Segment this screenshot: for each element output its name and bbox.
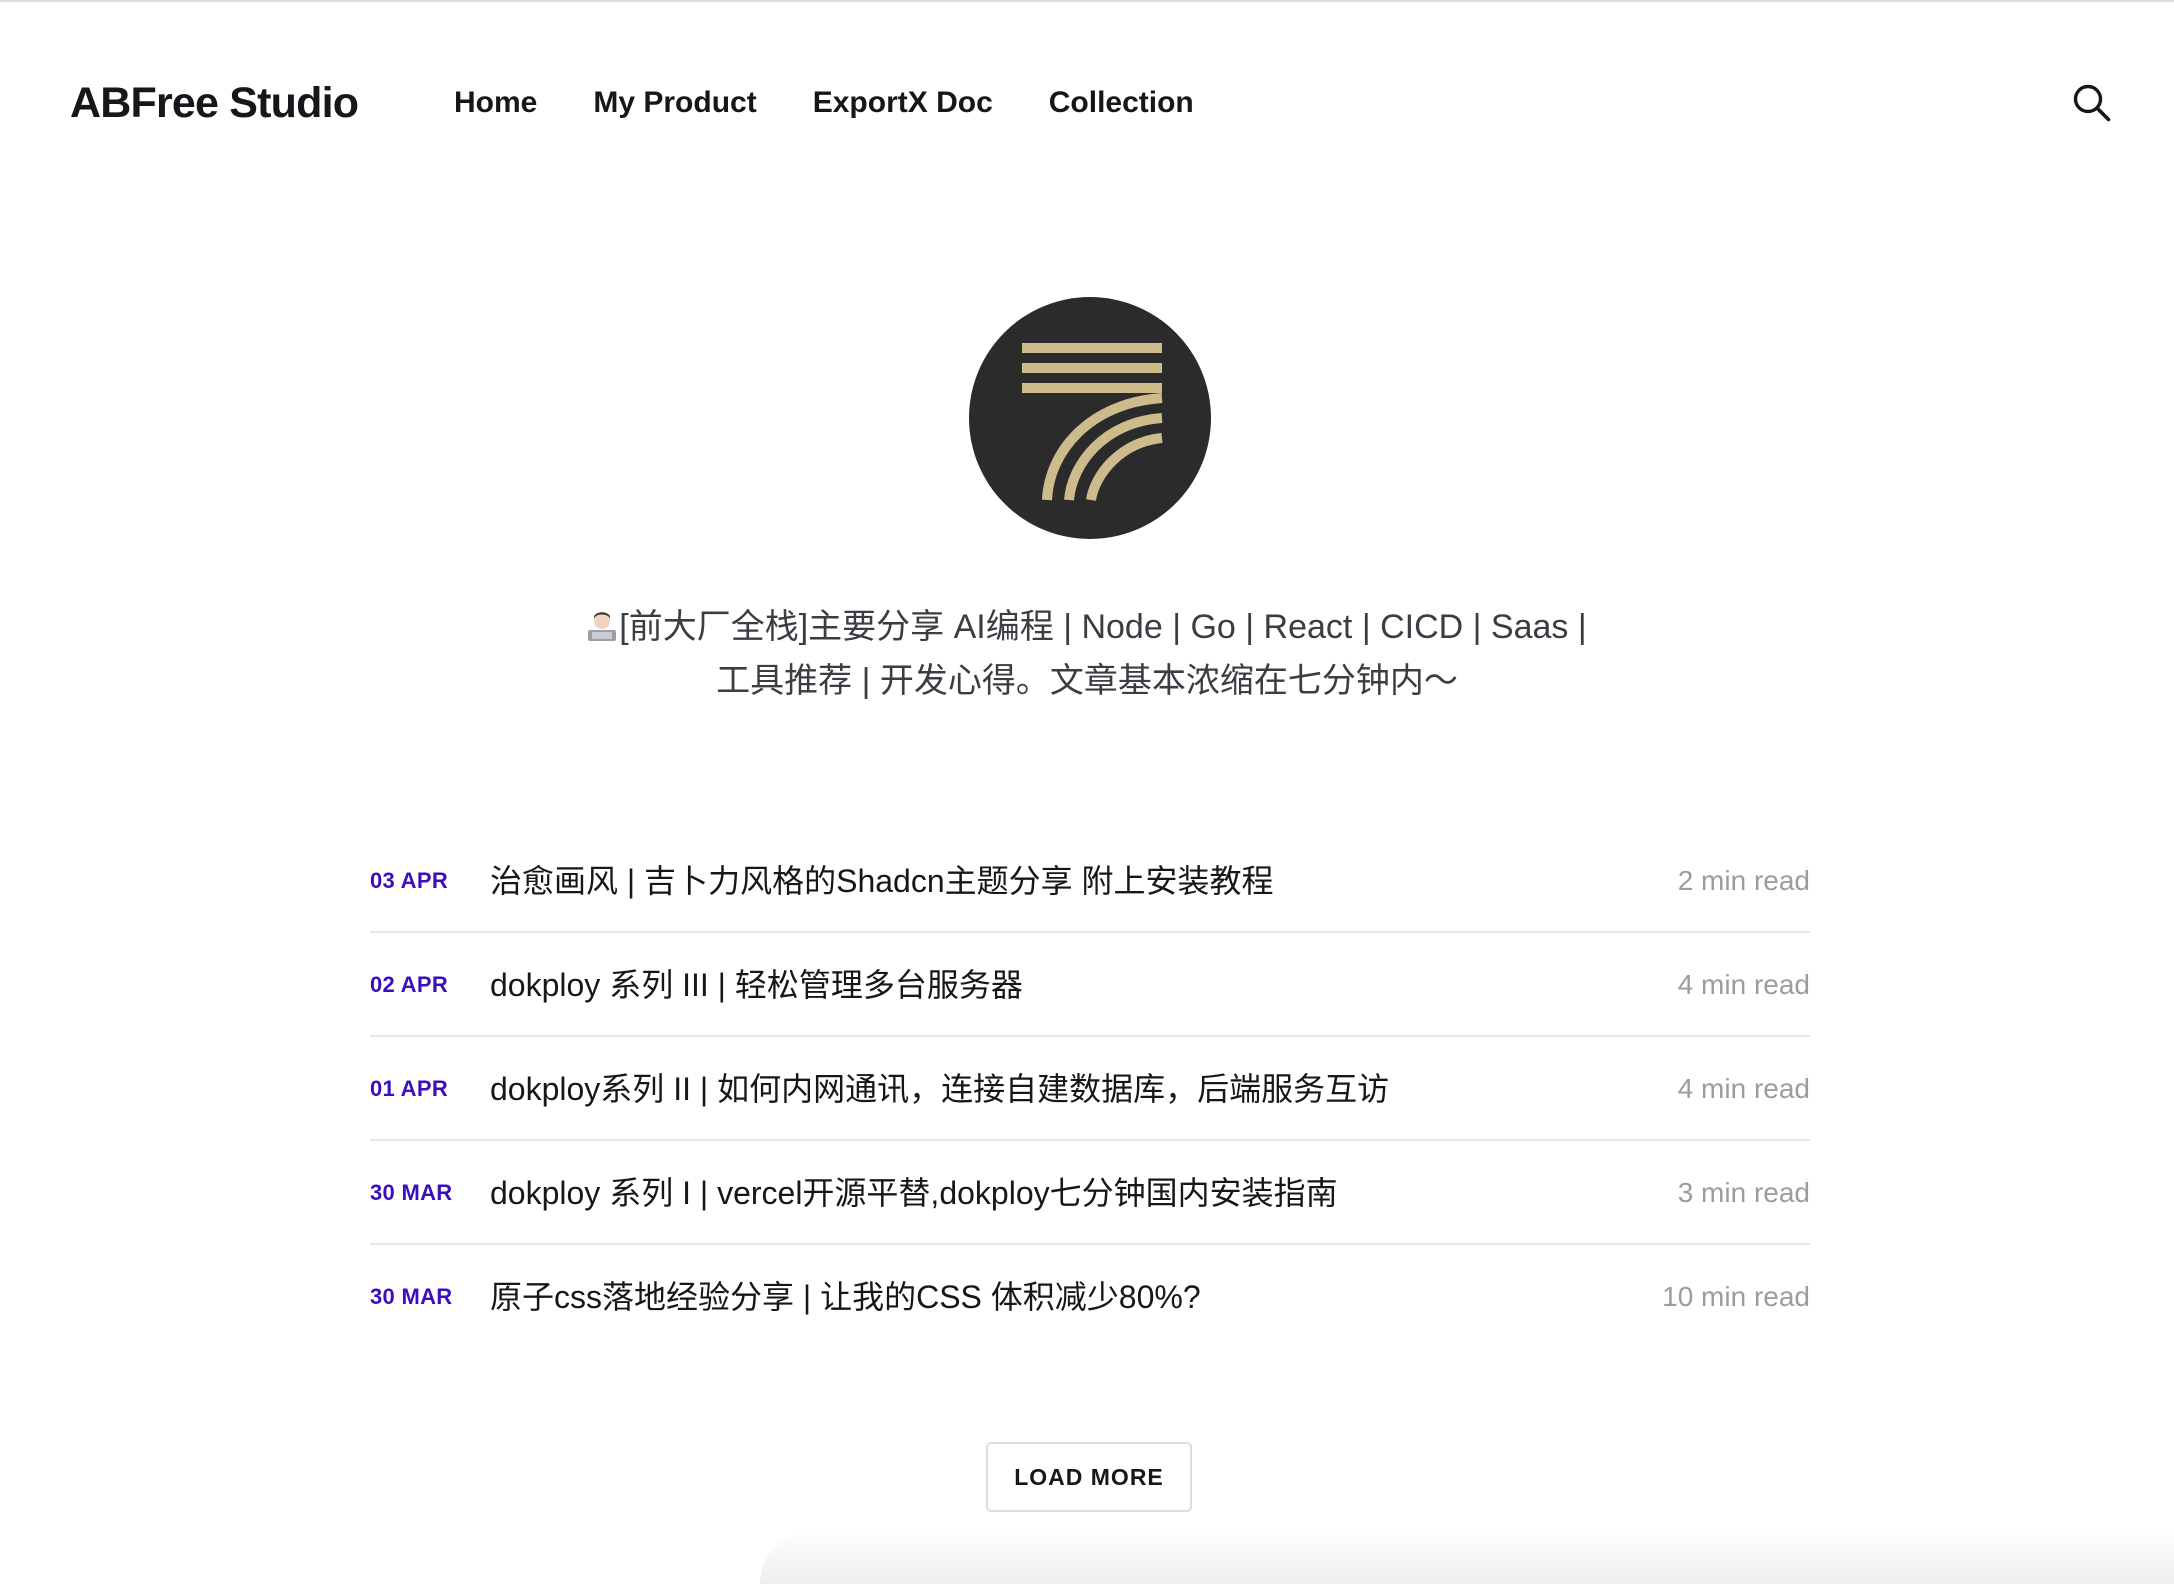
technologist-emoji-icon (588, 612, 617, 641)
search-icon (2073, 84, 2111, 122)
studio-logo (1022, 343, 1163, 502)
bio-line-2: 工具推荐 | 开发心得。文章基本浓缩在七分钟内～ (716, 662, 1458, 700)
avatar (969, 297, 1211, 539)
search-button[interactable] (2070, 81, 2114, 125)
nav-item-collection[interactable]: Collection (1049, 76, 1194, 130)
post-title[interactable]: dokploy系列 II | 如何内网通讯，连接自建数据库，后端服务互访 (490, 1037, 1389, 1141)
post-title[interactable]: 治愈画风 | 吉卜力风格的Shadcn主题分享 附上安装教程 (490, 829, 1274, 933)
bottom-shadow (760, 1530, 2174, 1584)
post-date: 30 MAR (370, 1180, 453, 1205)
nav-item-exportx-doc[interactable]: ExportX Doc (813, 76, 993, 130)
post-date: 01 APR (370, 1076, 449, 1101)
post-row[interactable]: 30 MAR 原子css落地经验分享 | 让我的CSS 体积减少80%? 10 … (370, 1245, 1810, 1347)
bio-text-1: [前大厂全栈]主要分享 AI编程 | Node | Go | React | C… (619, 608, 1587, 646)
post-title[interactable]: 原子css落地经验分享 | 让我的CSS 体积减少80%? (490, 1245, 1201, 1349)
site-header: ABFree Studio Home My Product ExportX Do… (0, 0, 2174, 206)
nav-item-my-product[interactable]: My Product (593, 76, 756, 130)
post-date: 03 APR (370, 868, 449, 893)
post-row[interactable]: 01 APR dokploy系列 II | 如何内网通讯，连接自建数据库，后端服… (370, 1037, 1810, 1141)
nav-item-home[interactable]: Home (454, 76, 537, 130)
post-row[interactable]: 02 APR dokploy 系列 III | 轻松管理多台服务器 4 min … (370, 933, 1810, 1037)
post-read-time: 2 min read (1677, 865, 1810, 896)
post-title[interactable]: dokploy 系列 III | 轻松管理多台服务器 (490, 933, 1023, 1037)
main-nav: Home My Product ExportX Doc Collection (454, 76, 1250, 130)
load-more-button[interactable]: LOAD MORE (986, 1442, 1192, 1512)
post-read-time: 3 min read (1677, 1177, 1810, 1208)
bio-line-1: [前大厂全栈]主要分享 AI编程 | Node | Go | React | C… (487, 600, 1687, 654)
post-read-time: 4 min read (1677, 1073, 1810, 1104)
post-list: 03 APR 治愈画风 | 吉卜力风格的Shadcn主题分享 附上安装教程 2 … (370, 829, 1810, 1347)
post-row[interactable]: 03 APR 治愈画风 | 吉卜力风格的Shadcn主题分享 附上安装教程 2 … (370, 829, 1810, 933)
post-read-time: 10 min read (1662, 1281, 1810, 1312)
post-date: 02 APR (370, 972, 449, 997)
post-date: 30 MAR (370, 1284, 453, 1309)
site-title[interactable]: ABFree Studio (70, 76, 359, 130)
post-title[interactable]: dokploy 系列 I | vercel开源平替,dokploy七分钟国内安装… (490, 1141, 1338, 1245)
site-description: [前大厂全栈]主要分享 AI编程 | Node | Go | React | C… (487, 600, 1687, 708)
post-row[interactable]: 30 MAR dokploy 系列 I | vercel开源平替,dokploy… (370, 1141, 1810, 1245)
post-read-time: 4 min read (1677, 969, 1810, 1000)
